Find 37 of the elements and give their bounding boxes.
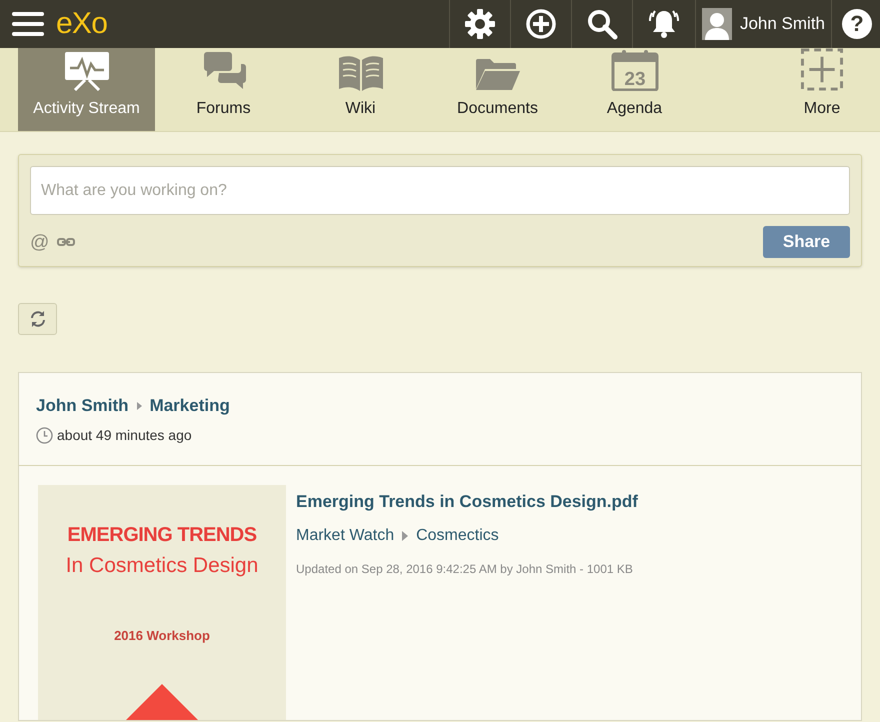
logo[interactable]: eXo bbox=[56, 9, 108, 39]
open-book-icon bbox=[338, 55, 384, 91]
search-icon[interactable] bbox=[586, 8, 618, 40]
refresh-button[interactable] bbox=[18, 303, 57, 335]
preview-text: 2016 Workshop bbox=[114, 627, 210, 645]
author-link[interactable]: John Smith bbox=[36, 393, 129, 418]
link-button[interactable] bbox=[57, 237, 76, 247]
timestamp: about 49 minutes ago bbox=[57, 426, 192, 445]
space-link[interactable]: Marketing bbox=[150, 393, 230, 418]
refresh-icon bbox=[28, 310, 46, 328]
document-meta: Updated on Sep 28, 2016 9:42:25 AM by John Smith - 1001 KB bbox=[296, 561, 634, 578]
help-button[interactable]: ? bbox=[842, 9, 872, 39]
folder-link[interactable]: Market Watch bbox=[296, 524, 394, 548]
app-tab[interactable]: Activity Stream bbox=[18, 48, 155, 131]
add-icon[interactable] bbox=[524, 8, 557, 40]
preview-heading: EMERGING TRENDS bbox=[67, 522, 257, 548]
app-tab[interactable]: Wiki bbox=[292, 48, 429, 131]
app-tab[interactable]: More bbox=[782, 48, 862, 131]
menu-icon[interactable] bbox=[12, 11, 44, 37]
app-tab[interactable]: Forums bbox=[155, 48, 292, 131]
presentation-board-icon bbox=[64, 51, 110, 91]
folder-icon bbox=[474, 57, 520, 91]
app-tab[interactable]: Documents bbox=[429, 48, 566, 131]
caret-icon bbox=[136, 402, 142, 410]
add-app-icon bbox=[800, 48, 844, 91]
document-title-link[interactable]: Emerging Trends in Cosmetics Design.pdf bbox=[296, 488, 638, 514]
link-icon bbox=[57, 237, 76, 247]
share-button[interactable]: Share bbox=[763, 226, 850, 258]
preview-subheading: In Cosmetics Design bbox=[66, 552, 258, 578]
clock-icon bbox=[36, 426, 53, 444]
caret-icon bbox=[402, 531, 408, 541]
settings-icon[interactable] bbox=[464, 8, 496, 40]
folder-link[interactable]: Cosmectics bbox=[416, 524, 499, 548]
status-input-field[interactable]: What are you working on? bbox=[30, 166, 850, 215]
avatar-icon bbox=[702, 8, 732, 40]
app-tab[interactable]: 23 Agenda bbox=[566, 48, 703, 131]
chat-bubbles-icon bbox=[202, 51, 246, 91]
